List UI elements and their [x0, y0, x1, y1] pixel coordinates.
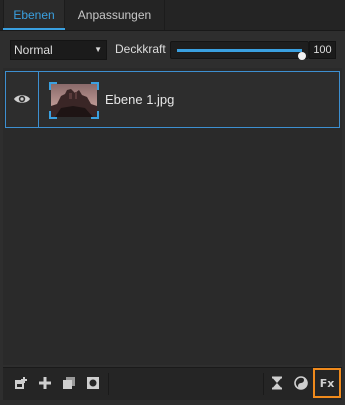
add-layer-button[interactable]: [33, 371, 57, 395]
selection-corner: [91, 111, 99, 119]
toolbar-divider: [263, 373, 264, 395]
duplicate-layer-icon: [63, 377, 75, 389]
layer-toolbar: Fx: [3, 367, 342, 400]
opacity-slider[interactable]: [170, 41, 309, 60]
selection-corner: [49, 82, 57, 90]
eye-icon: [14, 95, 30, 103]
active-tab-indicator: [3, 28, 65, 30]
layer-list: Ebene 1.jpg: [3, 68, 342, 365]
layer-row[interactable]: Ebene 1.jpg: [5, 71, 340, 128]
opacity-value-field[interactable]: 100: [309, 41, 336, 59]
layer-thumbnail: [49, 82, 99, 119]
layers-panel: Ebenen Anpassungen Normal ▼ Deckkraft 10…: [0, 0, 345, 405]
add-layer-icon: [39, 377, 51, 389]
hourglass-button[interactable]: [265, 371, 289, 395]
tab-ebenen[interactable]: Ebenen: [3, 0, 65, 30]
fx-icon: Fx: [319, 376, 335, 390]
toolbar-divider: [108, 373, 109, 395]
blend-button[interactable]: [289, 371, 313, 395]
layer-name: Ebene 1.jpg: [105, 92, 175, 107]
slider-fill: [177, 49, 302, 52]
visibility-toggle[interactable]: [6, 72, 39, 127]
fx-button[interactable]: Fx: [313, 368, 341, 398]
new-layer-from-file-button[interactable]: [9, 371, 33, 395]
chevron-down-icon: ▼: [94, 45, 102, 54]
slider-thumb[interactable]: [298, 52, 306, 60]
duplicate-layer-button[interactable]: [57, 371, 81, 395]
blend-icon: [294, 376, 308, 390]
selection-corner: [49, 111, 57, 119]
layer-mask-icon: [87, 377, 99, 389]
blend-mode-dropdown[interactable]: Normal ▼: [10, 40, 107, 60]
selection-corner: [91, 82, 99, 90]
hourglass-icon: [272, 376, 282, 390]
slider-track: [177, 49, 306, 60]
opacity-label: Deckkraft: [115, 42, 166, 56]
new-layer-from-file-icon: [15, 377, 27, 389]
tab-anpassungen[interactable]: Anpassungen: [65, 0, 165, 30]
tab-bar: Ebenen Anpassungen: [0, 0, 345, 31]
blend-mode-value: Normal: [14, 43, 53, 57]
layer-mask-button[interactable]: [81, 371, 105, 395]
